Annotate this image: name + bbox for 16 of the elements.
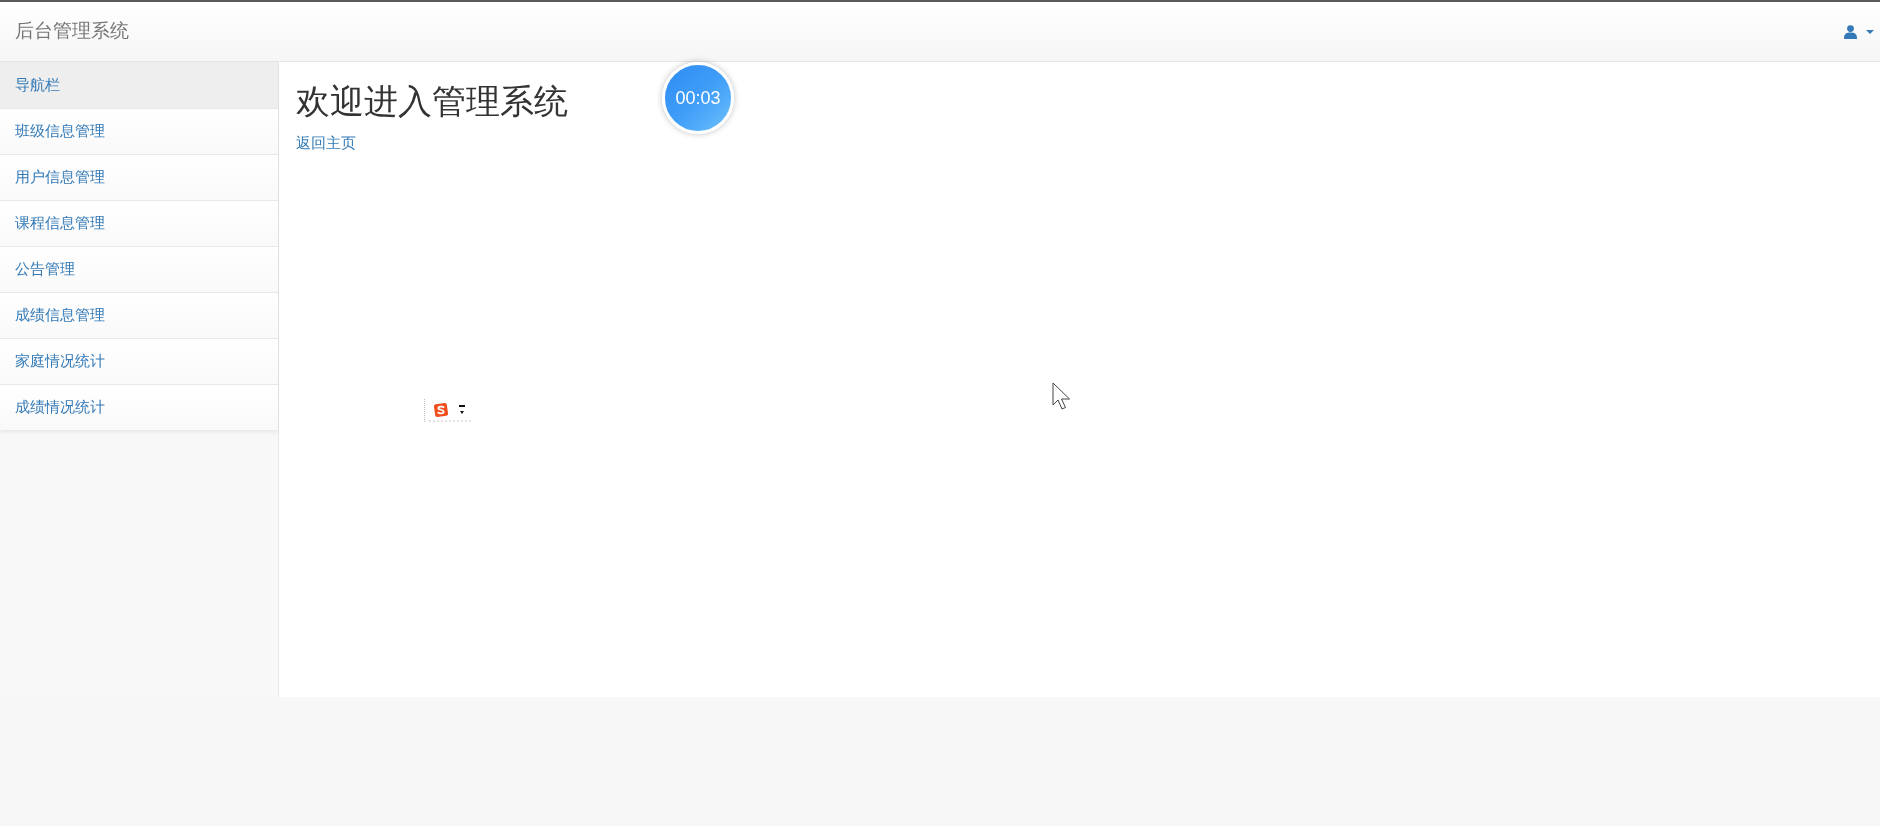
caret-icon [1866,29,1874,34]
sidebar-item[interactable]: 班级信息管理 [0,108,278,154]
brand-title: 后台管理系统 [15,19,129,44]
sidebar-item[interactable]: 家庭情况统计 [0,338,278,384]
caret-icon[interactable] [459,404,465,415]
user-icon [1844,24,1857,39]
sidebar-item[interactable]: 用户信息管理 [0,154,278,200]
cursor-icon [1052,382,1071,411]
sidebar-item[interactable]: 成绩信息管理 [0,292,278,338]
logo-icon [433,401,449,418]
sidebar-heading: 导航栏 [0,62,278,108]
page-heading: 欢迎进入管理系统 [296,83,568,121]
sidebar-item[interactable]: 公告管理 [0,246,278,292]
sidebar-item[interactable]: 课程信息管理 [0,200,278,246]
home-link[interactable]: 返回主页 [296,133,356,154]
sidebar-item[interactable]: 成绩情况统计 [0,384,278,430]
